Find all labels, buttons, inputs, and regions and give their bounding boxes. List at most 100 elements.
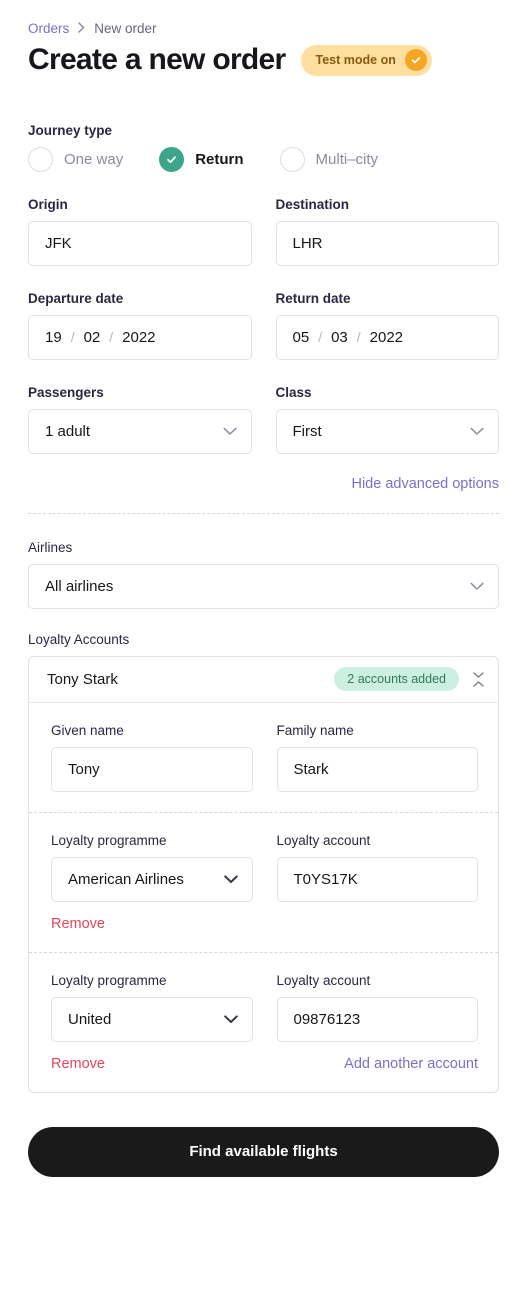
radio-label-multi-city: Multi–city [315, 150, 379, 168]
radio-circle-icon [279, 146, 305, 172]
find-flights-button[interactable]: Find available flights [28, 1126, 499, 1177]
class-value: First [292, 422, 322, 440]
loyalty-account-number-group: Loyalty account 09876123 [276, 972, 478, 1042]
airlines-group: Airlines All airlines [28, 540, 499, 609]
return-date-group: Return date 05 / 03 / 2022 [275, 291, 499, 360]
radio-option-one-way[interactable]: One way [28, 146, 124, 172]
loyalty-account-actions: Remove [51, 916, 478, 932]
loyalty-account-input[interactable]: 09876123 [276, 996, 478, 1042]
class-label: Class [275, 384, 312, 400]
given-name-value: Tony [68, 760, 100, 778]
loyalty-account-label: Loyalty account [276, 972, 371, 988]
loyalty-accounts-card: Tony Stark 2 accounts added Given name T… [28, 655, 499, 1093]
departure-date-input[interactable]: 19 / 02 / 2022 [28, 314, 252, 360]
page-header: Create a new order Test mode on [28, 43, 499, 78]
radio-check-icon [159, 146, 185, 172]
loyalty-name-section: Given name Tony Family name Stark [29, 703, 498, 812]
origin-label: Origin [28, 196, 68, 212]
given-name-input[interactable]: Tony [51, 746, 253, 792]
family-name-group: Family name Stark [276, 723, 478, 792]
destination-label: Destination [275, 196, 350, 212]
return-year[interactable]: 2022 [370, 329, 403, 346]
family-name-input[interactable]: Stark [276, 746, 478, 792]
loyalty-account-fields: Loyalty programme American Airlines Loya… [51, 833, 478, 902]
loyalty-programme-group: Loyalty programme American Airlines [51, 833, 253, 902]
departure-date-group: Departure date 19 / 02 / 2022 [28, 291, 252, 360]
loyalty-account-row: Loyalty programme United Loyalty account… [29, 951, 498, 1092]
loyalty-account-row: Loyalty programme American Airlines Loya… [29, 811, 498, 952]
test-mode-badge[interactable]: Test mode on [300, 44, 432, 76]
loyalty-accounts-label: Loyalty Accounts [28, 631, 130, 647]
destination-field-group: Destination LHR [275, 196, 499, 266]
destination-value: LHR [292, 234, 323, 252]
loyalty-programme-label: Loyalty programme [51, 972, 167, 988]
airlines-select[interactable]: All airlines [28, 563, 499, 609]
loyalty-programme-select[interactable]: United [51, 996, 253, 1042]
family-name-value: Stark [293, 760, 329, 778]
loyalty-account-value: T0YS17K [293, 870, 358, 888]
loyalty-programme-value: United [68, 1010, 112, 1028]
breadcrumb-current: New order [94, 21, 157, 36]
loyalty-account-label: Loyalty account [276, 832, 371, 848]
passengers-value: 1 adult [45, 422, 91, 440]
return-date-input[interactable]: 05 / 03 / 2022 [275, 314, 499, 360]
date-separator: / [356, 329, 361, 345]
name-fields: Given name Tony Family name Stark [51, 723, 478, 792]
departure-year[interactable]: 2022 [122, 329, 155, 346]
loyalty-accounts-group: Loyalty Accounts Tony Stark 2 accounts a… [28, 632, 499, 1093]
remove-account-link[interactable]: Remove [51, 1056, 105, 1072]
date-separator: / [318, 329, 323, 345]
return-day[interactable]: 05 [293, 329, 310, 346]
origin-input[interactable]: JFK [28, 220, 252, 266]
advanced-options-row: Hide advanced options [28, 476, 499, 492]
submit-row: Find available flights [28, 1126, 499, 1177]
loyalty-passenger-name: Tony Stark [47, 670, 118, 688]
page-title: Create a new order [28, 43, 286, 76]
departure-date-label: Departure date [28, 290, 124, 306]
breadcrumb: Orders New order [28, 0, 499, 36]
chevron-right-icon [78, 21, 85, 36]
journey-type-options: One way Return Multi–city [28, 146, 499, 172]
journey-type-label: Journey type [28, 122, 113, 138]
chevron-down-icon [223, 1014, 238, 1024]
loyalty-header-right: 2 accounts added [334, 667, 484, 691]
return-month[interactable]: 03 [331, 329, 348, 346]
destination-input[interactable]: LHR [275, 220, 499, 266]
departure-day[interactable]: 19 [45, 329, 62, 346]
radio-label-one-way: One way [64, 150, 124, 168]
expand-collapse-icon[interactable] [473, 671, 484, 687]
loyalty-account-value: 09876123 [293, 1010, 361, 1028]
loyalty-account-input[interactable]: T0YS17K [276, 856, 478, 902]
loyalty-programme-select[interactable]: American Airlines [51, 856, 253, 902]
airlines-value: All airlines [45, 577, 114, 595]
radio-label-return: Return [195, 150, 244, 168]
loyalty-passenger-header[interactable]: Tony Stark 2 accounts added [29, 657, 498, 703]
chevron-down-icon [222, 427, 237, 436]
date-separator: / [70, 329, 75, 345]
loyalty-account-fields: Loyalty programme United Loyalty account… [51, 973, 478, 1042]
loyalty-account-number-group: Loyalty account T0YS17K [276, 832, 478, 902]
given-name-group: Given name Tony [51, 723, 253, 792]
journey-type-group: Journey type One way Return Multi–city [28, 123, 499, 172]
date-fields: Departure date 19 / 02 / 2022 Return dat… [28, 291, 499, 360]
remove-account-link[interactable]: Remove [51, 916, 105, 932]
date-separator: / [109, 329, 114, 345]
radio-option-multi-city[interactable]: Multi–city [279, 146, 379, 172]
given-name-label: Given name [51, 722, 124, 738]
chevron-down-icon [470, 582, 484, 591]
origin-value: JFK [45, 234, 72, 252]
radio-option-return[interactable]: Return [159, 146, 244, 172]
toggle-advanced-options-link[interactable]: Hide advanced options [351, 476, 499, 492]
breadcrumb-orders-link[interactable]: Orders [28, 21, 69, 36]
accounts-count-badge: 2 accounts added [334, 667, 459, 691]
passengers-select[interactable]: 1 adult [28, 408, 252, 454]
route-fields: Origin JFK Destination LHR [28, 197, 499, 266]
passengers-label: Passengers [28, 384, 104, 400]
passengers-group: Passengers 1 adult [28, 385, 252, 454]
add-another-account-link[interactable]: Add another account [344, 1056, 478, 1072]
class-select[interactable]: First [275, 408, 499, 454]
radio-circle-icon [28, 146, 53, 172]
departure-month[interactable]: 02 [84, 329, 101, 346]
loyalty-account-actions: Remove Add another account [51, 1056, 478, 1072]
create-order-page: Orders New order Create a new order Test… [0, 0, 527, 1177]
